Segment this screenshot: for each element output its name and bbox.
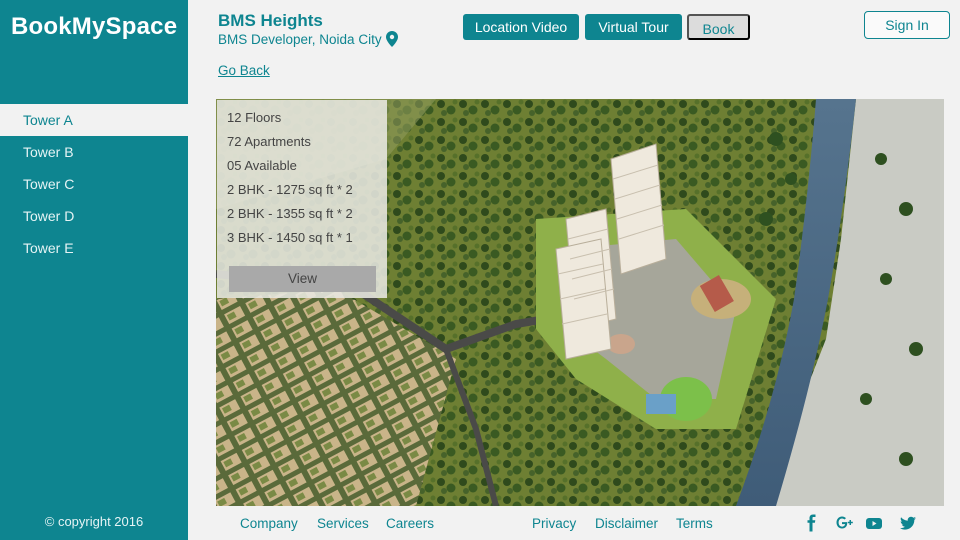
footer-link-company[interactable]: Company xyxy=(240,516,298,531)
sidebar-item-tower-a[interactable]: Tower A xyxy=(0,104,188,136)
view-button[interactable]: View xyxy=(229,266,376,292)
brand-logo[interactable]: BookMySpace xyxy=(11,13,177,41)
copyright-text: © copyright 2016 xyxy=(44,514,144,529)
book-button[interactable]: Book xyxy=(687,14,750,40)
sign-in-button[interactable]: Sign In xyxy=(864,11,950,39)
youtube-icon[interactable] xyxy=(865,514,883,532)
sidebar-item-tower-e[interactable]: Tower E xyxy=(0,232,188,264)
available-count: 05 Available xyxy=(227,158,297,173)
sidebar-item-tower-c[interactable]: Tower C xyxy=(0,168,188,200)
location-video-button[interactable]: Location Video xyxy=(463,14,579,40)
map-pin-icon[interactable] xyxy=(385,31,398,47)
footer-link-services[interactable]: Services xyxy=(317,516,369,531)
facebook-icon[interactable] xyxy=(803,514,821,532)
footer-link-privacy[interactable]: Privacy xyxy=(532,516,576,531)
unit-type-row: 3 BHK - 1450 sq ft * 1 xyxy=(227,230,353,245)
unit-type-row: 2 BHK - 1275 sq ft * 2 xyxy=(227,182,353,197)
tower-list: Tower A Tower B Tower C Tower D Tower E xyxy=(0,104,188,264)
floors-count: 12 Floors xyxy=(227,110,282,125)
virtual-tour-button[interactable]: Virtual Tour xyxy=(585,14,682,40)
go-back-link[interactable]: Go Back xyxy=(218,63,270,78)
footer-link-terms[interactable]: Terms xyxy=(676,516,713,531)
footer-link-careers[interactable]: Careers xyxy=(386,516,434,531)
tower-info-panel: 12 Floors 72 Apartments 05 Available 2 B… xyxy=(217,100,387,298)
twitter-icon[interactable] xyxy=(899,514,917,532)
sidebar-item-tower-b[interactable]: Tower B xyxy=(0,136,188,168)
footer-link-disclaimer[interactable]: Disclaimer xyxy=(595,516,658,531)
apartments-count: 72 Apartments xyxy=(227,134,311,149)
google-plus-icon[interactable] xyxy=(835,514,853,532)
sidebar: BookMySpace Tower A Tower B Tower C Towe… xyxy=(0,0,188,540)
project-title: BMS Heights xyxy=(218,11,323,30)
developer-name: BMS Developer, Noida City xyxy=(218,31,382,47)
sidebar-item-tower-d[interactable]: Tower D xyxy=(0,200,188,232)
unit-type-row: 2 BHK - 1355 sq ft * 2 xyxy=(227,206,353,221)
project-location: BMS Developer, Noida City xyxy=(218,31,398,47)
